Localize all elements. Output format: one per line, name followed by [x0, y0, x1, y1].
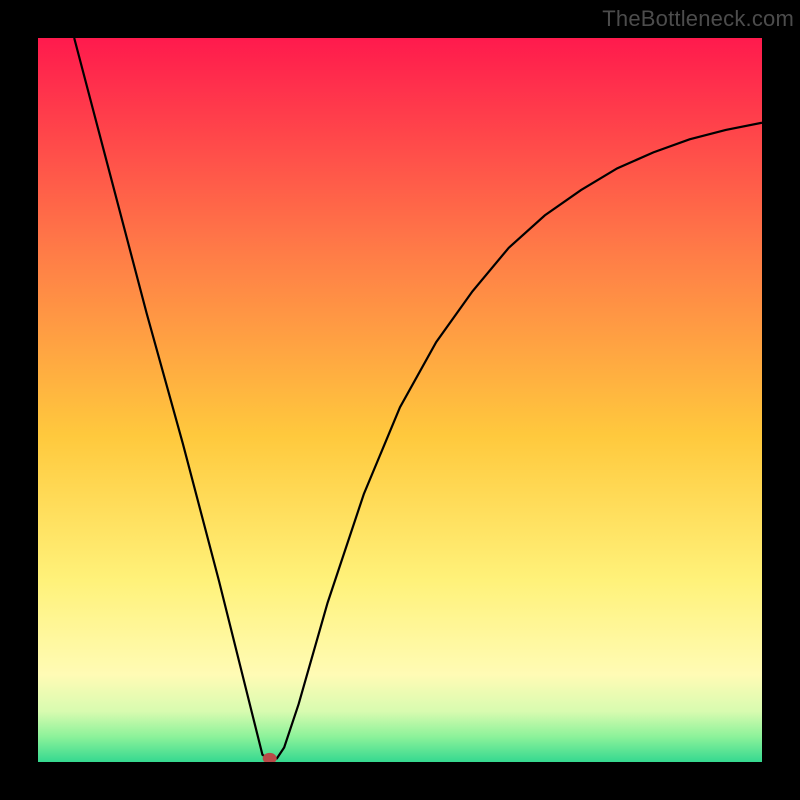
gradient-background	[38, 38, 762, 762]
watermark-text: TheBottleneck.com	[602, 6, 794, 32]
chart-frame: TheBottleneck.com	[0, 0, 800, 800]
chart-svg	[38, 38, 762, 762]
plot-area	[38, 38, 762, 762]
